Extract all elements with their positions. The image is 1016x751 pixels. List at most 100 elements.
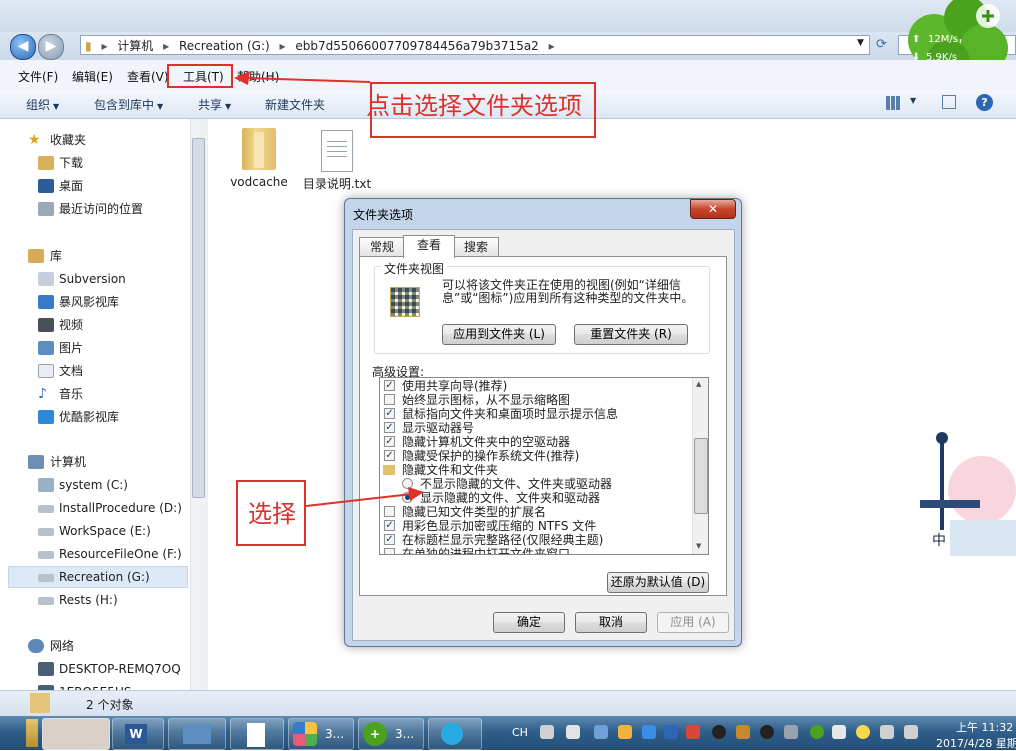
list-item[interactable]: ✓ 用彩色显示加密或压缩的 NTFS 文件 bbox=[384, 519, 596, 533]
sidebar-item-baofeng[interactable]: 暴风影视库 bbox=[0, 291, 188, 313]
sidebar-item-documents[interactable]: 文档 bbox=[0, 360, 188, 382]
list-item[interactable]: ✓ 在标题栏显示完整路径(仅限经典主题) bbox=[384, 533, 603, 547]
file-item-document[interactable]: 目录说明.txt bbox=[302, 130, 372, 204]
taskbar-image-viewer[interactable] bbox=[168, 718, 226, 750]
sidebar-favorites[interactable]: ★ 收藏夹 bbox=[0, 129, 188, 151]
tray-app-icon[interactable] bbox=[594, 725, 608, 739]
sidebar-item-desktop[interactable]: 桌面 bbox=[0, 175, 188, 197]
back-button[interactable]: ◀ bbox=[10, 34, 36, 60]
taskbar-thumbnail-photo[interactable] bbox=[42, 718, 110, 750]
clock-date[interactable]: 2017/4/28 星期 bbox=[936, 735, 1016, 751]
checkbox[interactable]: ✓ bbox=[384, 408, 395, 419]
menu-view[interactable]: 查看(V) bbox=[127, 68, 169, 85]
checkbox[interactable]: ✓ bbox=[384, 520, 395, 531]
sidebar-computer[interactable]: 计算机 bbox=[0, 451, 188, 473]
ok-button[interactable]: 确定 bbox=[493, 612, 565, 633]
new-folder-button[interactable]: 新建文件夹 bbox=[265, 96, 325, 113]
breadcrumb-computer[interactable]: 计算机 bbox=[117, 39, 153, 53]
network-tray-icon[interactable] bbox=[832, 725, 846, 739]
list-item[interactable]: ✓ 隐藏受保护的操作系统文件(推荐) bbox=[384, 449, 579, 463]
sidebar-network-pc2[interactable]: 1ERO5E5HS bbox=[0, 681, 188, 690]
checkbox[interactable]: ✓ bbox=[384, 380, 395, 391]
list-item[interactable]: 在单独的进程中打开文件夹窗口 bbox=[384, 547, 570, 554]
sidebar-drive-h[interactable]: Rests (H:) bbox=[0, 589, 188, 611]
list-item[interactable]: 不显示隐藏的文件、文件夹或驱动器 bbox=[402, 477, 612, 491]
checkbox[interactable]: ✓ bbox=[384, 534, 395, 545]
list-item[interactable]: ✓ 鼠标指向文件夹和桌面项时显示提示信息 bbox=[384, 407, 618, 421]
checkbox[interactable]: ✓ bbox=[384, 422, 395, 433]
sidebar-network-pc1[interactable]: DESKTOP-REMQ7OQ bbox=[0, 658, 188, 680]
clock-time[interactable]: 上午 11:32 bbox=[956, 719, 1013, 735]
sidebar-item-recent[interactable]: 最近访问的位置 bbox=[0, 198, 188, 220]
apply-to-folders-button[interactable]: 应用到文件夹 (L) bbox=[442, 324, 556, 345]
reset-folders-button[interactable]: 重置文件夹 (R) bbox=[574, 324, 688, 345]
tray-app-icon[interactable] bbox=[856, 725, 870, 739]
address-bar[interactable]: ▮ ▸ 计算机 ▸ Recreation (G:) ▸ ebb7d5506600… bbox=[80, 35, 870, 55]
advanced-settings-list[interactable]: ✓ 使用共享向导(推荐) 始终显示图标，从不显示缩略图 ✓ 鼠标指向文件夹和桌面项时… bbox=[379, 377, 709, 555]
sidebar-scroll-thumb[interactable] bbox=[192, 138, 205, 498]
taskbar-app-2[interactable]: + 3... bbox=[358, 718, 424, 750]
share-button[interactable]: 共享 ▼ bbox=[198, 96, 231, 113]
help-icon[interactable]: ? bbox=[976, 94, 993, 111]
apply-button[interactable]: 应用 (A) bbox=[657, 612, 729, 633]
taskbar-word[interactable]: W bbox=[112, 718, 164, 750]
tray-app-icon[interactable] bbox=[618, 725, 632, 739]
forward-button[interactable]: ▶ bbox=[38, 34, 64, 60]
advanced-list-scrollbar[interactable]: ▲ ▼ bbox=[692, 378, 708, 554]
sidebar-drive-g[interactable]: Recreation (G:) bbox=[8, 566, 188, 588]
ime-tool-icon[interactable] bbox=[566, 725, 580, 739]
sidebar-network[interactable]: 网络 bbox=[0, 635, 188, 657]
tab-search[interactable]: 搜索 bbox=[453, 237, 499, 257]
tray-app-icon[interactable] bbox=[686, 725, 700, 739]
taskbar-browser[interactable] bbox=[428, 718, 482, 750]
list-item[interactable]: ✓ 显示驱动器号 bbox=[384, 421, 474, 435]
tray-app-icon[interactable] bbox=[642, 725, 656, 739]
checkbox[interactable]: ✓ bbox=[384, 436, 395, 447]
menu-file[interactable]: 文件(F) bbox=[18, 68, 58, 85]
scroll-thumb[interactable] bbox=[694, 438, 708, 514]
restore-defaults-button[interactable]: 还原为默认值 (D) bbox=[607, 572, 709, 593]
volume-icon[interactable] bbox=[880, 725, 894, 739]
ime-indicator[interactable]: CH bbox=[512, 726, 528, 739]
sidebar-item-music[interactable]: ♪ 音乐 bbox=[0, 383, 188, 405]
address-dropdown-icon[interactable]: ▼ bbox=[857, 38, 864, 48]
breadcrumb-drive[interactable]: Recreation (G:) bbox=[179, 39, 270, 53]
list-item[interactable]: ✓ 隐藏计算机文件夹中的空驱动器 bbox=[384, 435, 570, 449]
file-item-folder[interactable]: vodcache bbox=[224, 128, 294, 190]
tray-app-icon[interactable] bbox=[904, 725, 918, 739]
checkbox[interactable] bbox=[384, 394, 395, 405]
sidebar-drive-d[interactable]: InstallProcedure (D:) bbox=[0, 497, 188, 519]
ime-mode-icon[interactable] bbox=[540, 725, 554, 739]
security-icon[interactable] bbox=[810, 725, 824, 739]
sidebar-item-videos[interactable]: 视频 bbox=[0, 314, 188, 336]
scroll-up-icon[interactable]: ▲ bbox=[696, 380, 701, 388]
sidebar-drive-c[interactable]: system (C:) bbox=[0, 474, 188, 496]
taskbar-notepad[interactable] bbox=[230, 718, 284, 750]
scroll-down-icon[interactable]: ▼ bbox=[696, 542, 701, 550]
tab-general[interactable]: 常规 bbox=[359, 237, 405, 257]
include-in-library-button[interactable]: 包含到库中 ▼ bbox=[94, 96, 163, 113]
explorer-icon[interactable] bbox=[26, 719, 38, 747]
breadcrumb-folder[interactable]: ebb7d55066007709784456a79b3715a2 bbox=[295, 39, 538, 53]
qq-icon[interactable] bbox=[760, 725, 774, 739]
tab-view[interactable]: 查看 bbox=[403, 235, 455, 258]
organize-button[interactable]: 组织 ▼ bbox=[26, 96, 59, 113]
sidebar-drive-e[interactable]: WorkSpace (E:) bbox=[0, 520, 188, 542]
checkbox[interactable]: ✓ bbox=[384, 450, 395, 461]
close-icon[interactable]: ✕ bbox=[690, 199, 736, 219]
sidebar-libraries[interactable]: 库 bbox=[0, 245, 188, 267]
sidebar-item-subversion[interactable]: Subversion bbox=[0, 268, 188, 290]
sidebar-item-youku[interactable]: 优酷影视库 bbox=[0, 406, 188, 428]
qq-icon[interactable] bbox=[712, 725, 726, 739]
list-item[interactable]: 显示隐藏的文件、文件夹和驱动器 bbox=[402, 491, 600, 505]
sidebar-item-downloads[interactable]: 下载 bbox=[0, 152, 188, 174]
sidebar-item-pictures[interactable]: 图片 bbox=[0, 337, 188, 359]
preview-pane-icon[interactable] bbox=[942, 95, 956, 109]
list-item[interactable]: ✓ 使用共享向导(推荐) bbox=[384, 379, 507, 393]
list-item[interactable]: 始终显示图标，从不显示缩略图 bbox=[384, 393, 570, 407]
tray-app-icon[interactable] bbox=[664, 725, 678, 739]
tray-app-icon[interactable] bbox=[736, 725, 750, 739]
cancel-button[interactable]: 取消 bbox=[575, 612, 647, 633]
taskbar-app-1[interactable]: 3... bbox=[288, 718, 354, 750]
view-dropdown-icon[interactable]: ▼ bbox=[910, 96, 916, 105]
